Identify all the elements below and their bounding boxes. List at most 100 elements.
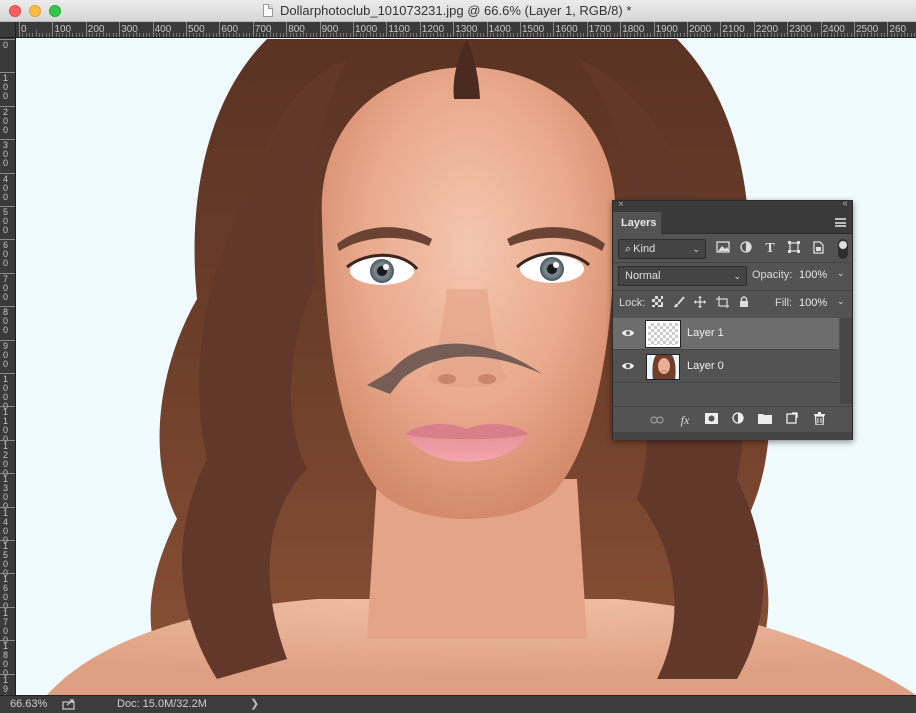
ruler-minor-tick [914, 33, 916, 37]
ruler-minor-tick [292, 33, 294, 37]
add-mask-icon[interactable] [703, 412, 719, 428]
opacity-input[interactable]: 100% [799, 269, 827, 281]
horizontal-ruler[interactable]: 0 100 200 300 400 500 600 700 800 900 1000 1100 1200… [16, 22, 916, 38]
ruler-minor-tick [55, 33, 57, 37]
ruler-minor-tick [262, 33, 264, 37]
ruler-minor-tick [302, 30, 304, 37]
ruler-minor-tick [409, 33, 411, 37]
zoom-level[interactable]: 66.63% [10, 698, 47, 710]
ruler-minor-tick [182, 33, 184, 37]
layer-name[interactable]: Layer 1 [687, 327, 724, 339]
ruler-minor-tick [613, 33, 615, 37]
shape-filter-icon[interactable] [786, 241, 802, 257]
zoom-window-button[interactable] [49, 5, 61, 17]
close-window-button[interactable] [9, 5, 21, 17]
opacity-slider-chevron-icon[interactable]: ⌄ [837, 268, 845, 279]
ruler-minor-tick [42, 33, 44, 37]
ruler-minor-tick [793, 33, 795, 37]
ruler-tick [453, 22, 455, 37]
ruler-label: 4 0 0 [2, 173, 8, 202]
ruler-minor-tick [272, 33, 274, 37]
type-filter-icon[interactable]: T [762, 241, 778, 257]
ruler-minor-tick [39, 33, 41, 37]
layer-row[interactable]: Layer 1 [613, 318, 839, 350]
ruler-minor-tick [346, 33, 348, 37]
visibility-eye-icon[interactable] [621, 328, 635, 338]
lock-transparent-pixels-icon[interactable] [650, 296, 664, 310]
new-layer-icon[interactable] [784, 412, 800, 428]
ruler-minor-tick [600, 33, 602, 37]
adjustment-filter-icon[interactable] [738, 241, 754, 257]
blend-mode-select[interactable]: Normal ⌄ [618, 266, 747, 286]
export-icon[interactable] [62, 699, 76, 710]
ruler-minor-tick [760, 33, 762, 37]
lock-position-move-icon[interactable] [693, 296, 707, 310]
ruler-minor-tick [509, 33, 511, 37]
ruler-minor-tick [175, 33, 177, 37]
trash-icon[interactable] [811, 412, 827, 428]
panel-bottom-edge [613, 432, 852, 440]
lock-all-icon[interactable] [737, 296, 751, 310]
ruler-minor-tick [72, 33, 74, 37]
ruler-minor-tick [560, 33, 562, 37]
visibility-eye-icon[interactable] [621, 361, 635, 371]
tab-layers[interactable]: Layers [613, 212, 661, 234]
layer-row[interactable]: Layer 0 [613, 351, 839, 383]
ruler-minor-tick [282, 33, 284, 37]
ruler-minor-tick [670, 30, 672, 37]
ruler-minor-tick [616, 33, 618, 37]
fx-icon[interactable]: fx [677, 412, 693, 428]
ruler-minor-tick [236, 30, 238, 37]
ruler-minor-tick [336, 30, 338, 37]
window-title: Dollarphotoclub_101073231.jpg @ 66.6% (L… [280, 3, 632, 18]
chevron-down-icon: ⌄ [733, 271, 741, 281]
panel-footer: fx [613, 406, 852, 432]
ruler-minor-tick [663, 33, 665, 37]
collapse-panel-button[interactable]: ‹‹ [842, 198, 848, 209]
status-menu-arrow[interactable]: ❯ [250, 697, 259, 710]
panel-menu-icon[interactable] [835, 218, 846, 227]
new-group-icon[interactable] [757, 412, 773, 428]
ruler-minor-tick [416, 33, 418, 37]
ruler-minor-tick [493, 33, 495, 37]
ruler-label: 1 0 0 [2, 73, 8, 102]
adjustment-layer-icon[interactable] [730, 412, 746, 428]
layer-name[interactable]: Layer 0 [687, 360, 724, 372]
ruler-label: 2 0 0 [2, 106, 8, 135]
ruler-tick [553, 22, 555, 37]
vertical-ruler[interactable]: 0 1 0 0 2 0 0 3 0 0 4 0 0 5 0 0 6 0 0 7 0 0 8 0 … [0, 38, 16, 695]
ruler-origin[interactable] [0, 22, 16, 38]
fill-input[interactable]: 100% [799, 297, 827, 309]
ruler-minor-tick [496, 33, 498, 37]
ruler-label: 1 9 0 0 [2, 674, 8, 695]
ruler-minor-tick [222, 33, 224, 37]
link-layers-icon[interactable] [649, 412, 665, 428]
ruler-minor-tick [393, 33, 395, 37]
layers-scrollbar[interactable] [840, 318, 852, 404]
fill-slider-chevron-icon[interactable]: ⌄ [837, 296, 845, 307]
filter-kind-select[interactable]: ⌕ Kind ⌄ [618, 239, 706, 259]
ruler-minor-tick [743, 33, 745, 37]
ruler-minor-tick [226, 33, 228, 37]
ruler-minor-tick [874, 33, 876, 37]
ruler-minor-tick [817, 33, 819, 37]
ruler-minor-tick [89, 33, 91, 37]
ruler-minor-tick [306, 33, 308, 37]
search-icon: ⌕ [625, 243, 632, 255]
filter-toggle-switch[interactable] [838, 239, 848, 259]
smart-object-filter-icon[interactable] [810, 241, 826, 257]
image-filter-icon[interactable] [715, 241, 731, 257]
lock-artboard-icon[interactable] [715, 296, 729, 310]
ruler-label: 3 0 0 [2, 140, 8, 169]
ruler-minor-tick [690, 33, 692, 37]
ruler-minor-tick [279, 33, 281, 37]
ruler-minor-tick [703, 30, 705, 37]
minimize-window-button[interactable] [29, 5, 41, 17]
ruler-minor-tick [546, 33, 548, 37]
lock-image-pixels-brush-icon[interactable] [672, 296, 686, 310]
ruler-minor-tick [312, 33, 314, 37]
ruler-minor-tick [209, 33, 211, 37]
ruler-minor-tick [276, 33, 278, 37]
close-panel-button[interactable]: × [618, 199, 624, 210]
ruler-minor-tick [676, 33, 678, 37]
